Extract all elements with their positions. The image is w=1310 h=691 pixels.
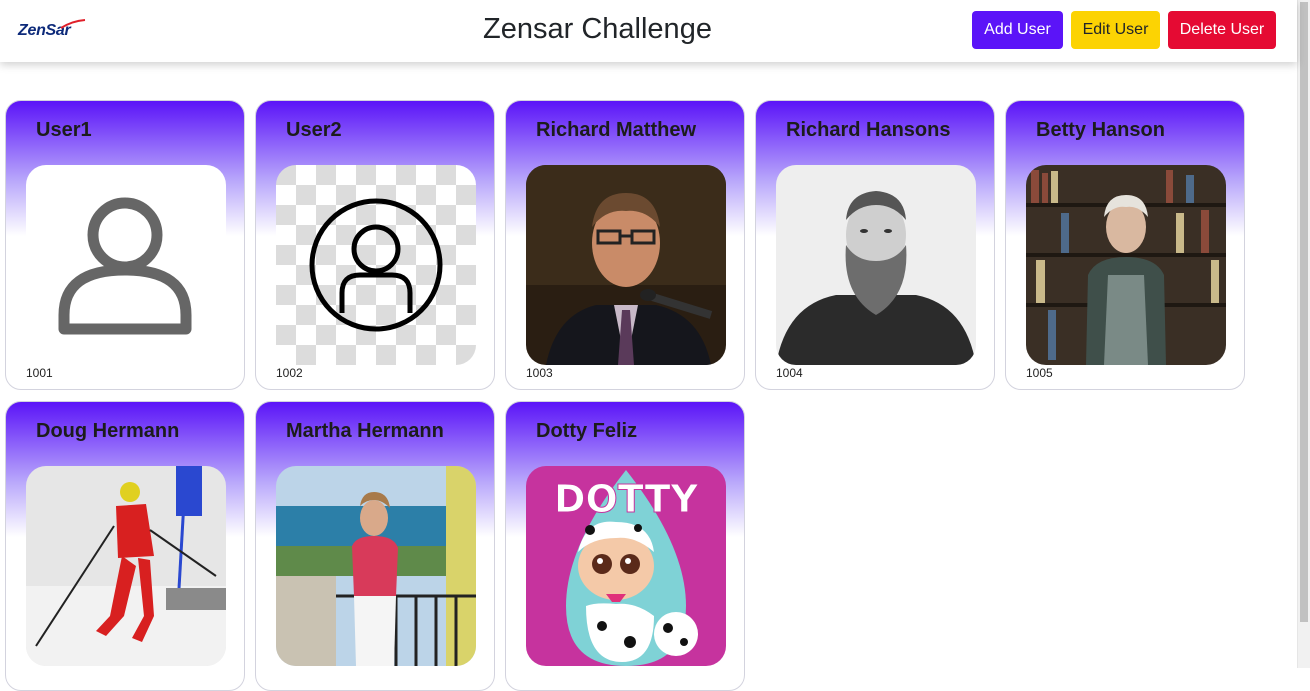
user-id: 1002 — [276, 366, 303, 380]
user-photo: DOTTY — [526, 466, 726, 666]
user-card[interactable]: Richard Hansons 1004 — [755, 100, 995, 390]
person-icon — [58, 197, 192, 335]
user-avatar — [26, 165, 226, 365]
user-id: 1004 — [776, 366, 803, 380]
user-card[interactable]: User2 1002 — [255, 100, 495, 390]
woman-bookshelf-photo-icon — [1026, 165, 1226, 365]
user-card[interactable]: Martha Hermann — [255, 401, 495, 691]
man-microphone-photo-icon — [526, 165, 726, 365]
user-name: Betty Hanson — [1036, 119, 1165, 141]
dotty-doll-artwork-icon: DOTTY — [526, 466, 726, 666]
user-photo — [26, 466, 226, 666]
delete-user-button[interactable]: Delete User — [1168, 11, 1276, 49]
user-card[interactable]: Richard Matthew 1003 — [505, 100, 745, 390]
user-photo — [776, 165, 976, 365]
user-name: Martha Hermann — [286, 420, 444, 442]
dotty-art-text: DOTTY — [554, 477, 699, 521]
user-id: 1001 — [26, 366, 53, 380]
user-name: Richard Matthew — [536, 119, 697, 141]
bearded-man-portrait-icon — [776, 165, 976, 365]
edit-user-button[interactable]: Edit User — [1071, 11, 1160, 49]
user-photo — [526, 165, 726, 365]
user-photo — [1026, 165, 1226, 365]
woman-balcony-photo-icon — [276, 466, 476, 666]
app-header: ZenSar Zensar Challenge Add User Edit Us… — [0, 0, 1297, 62]
user-avatar — [276, 165, 476, 365]
scrollbar-thumb[interactable] — [1300, 2, 1308, 622]
add-user-button[interactable]: Add User — [972, 11, 1063, 49]
user-card[interactable]: User1 1001 — [5, 100, 245, 390]
circle-person-icon — [276, 165, 476, 365]
user-name: User1 — [36, 119, 92, 141]
user-name: Dotty Feliz — [536, 420, 638, 442]
vertical-scrollbar[interactable] — [1297, 0, 1310, 668]
user-card[interactable]: Dotty Feliz DOTTY — [505, 401, 745, 691]
user-photo — [276, 466, 476, 666]
user-id: 1005 — [1026, 366, 1053, 380]
skier-photo-icon — [26, 466, 226, 666]
user-name: Richard Hansons — [786, 119, 951, 141]
user-id: 1003 — [526, 366, 553, 380]
user-card[interactable]: Doug Hermann — [5, 401, 245, 691]
user-name: User2 — [286, 119, 342, 141]
user-card[interactable]: Betty Hanson 1005 — [1005, 100, 1245, 390]
user-name: Doug Hermann — [36, 420, 180, 442]
